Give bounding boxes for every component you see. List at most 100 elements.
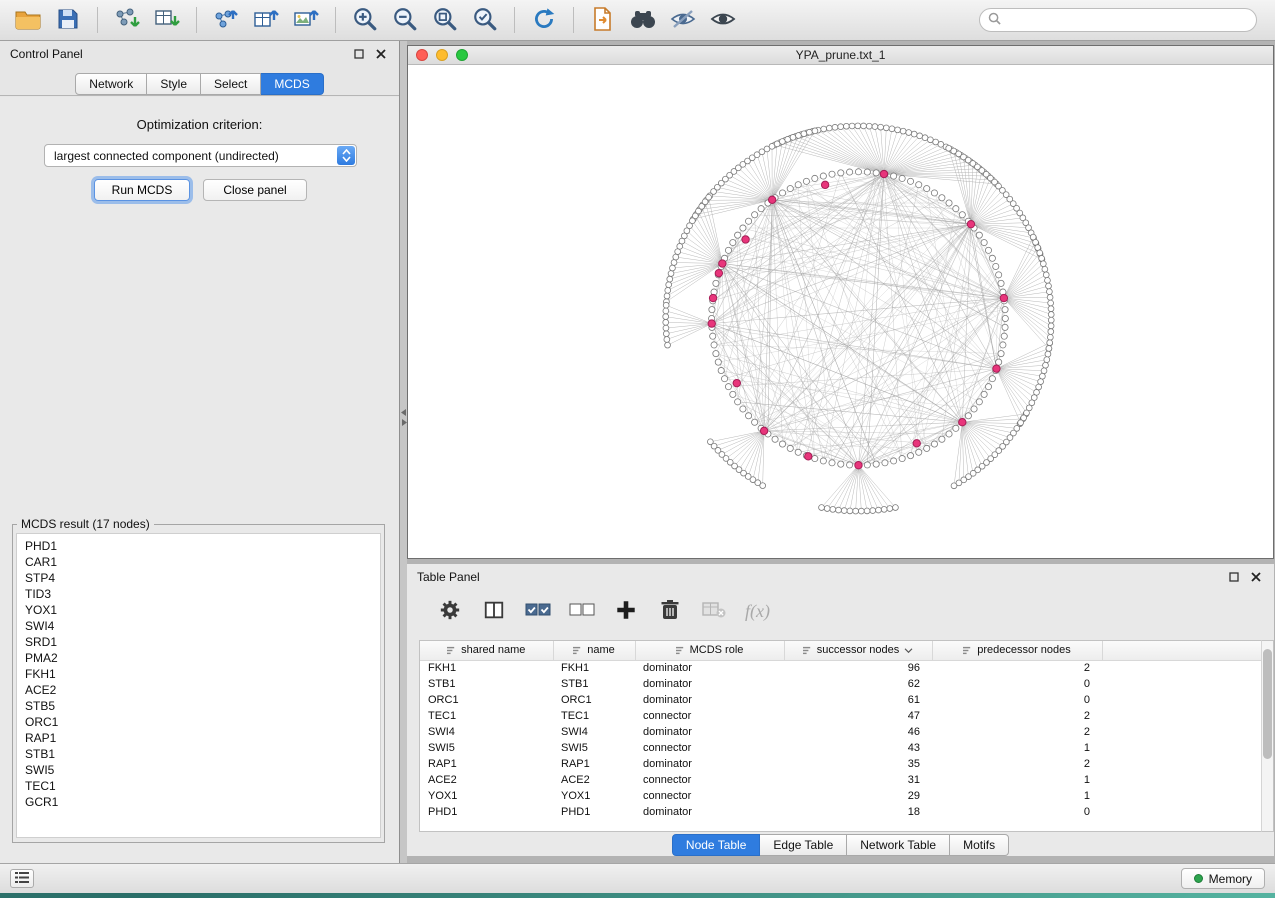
tab-select[interactable]: Select [201, 73, 261, 95]
mcds-result-item[interactable]: TEC1 [25, 778, 372, 794]
show-all-button[interactable] [705, 4, 741, 36]
tab-motifs[interactable]: Motifs [950, 834, 1009, 856]
tab-node-table[interactable]: Node Table [672, 834, 761, 856]
find-network-button[interactable] [625, 4, 661, 36]
tab-mcds[interactable]: MCDS [261, 73, 323, 95]
mcds-result-item[interactable]: PHD1 [25, 538, 372, 554]
export-network-button[interactable] [208, 4, 244, 36]
open-file-button[interactable] [10, 4, 46, 36]
close-panel-button[interactable]: Close panel [203, 179, 307, 201]
mcds-result-item[interactable]: GCR1 [25, 794, 372, 810]
mcds-result-item[interactable]: STB5 [25, 698, 372, 714]
mcds-result-item[interactable]: SRD1 [25, 634, 372, 650]
table-row[interactable]: RAP1RAP1dominator352 [420, 756, 1264, 772]
table-row[interactable]: SWI4SWI4dominator462 [420, 724, 1264, 740]
mcds-result-list[interactable]: PHD1CAR1STP4TID3YOX1SWI4SRD1PMA2FKH1ACE2… [16, 533, 381, 838]
zoom-selected-button[interactable] [467, 4, 503, 36]
cell-filler [1102, 660, 1264, 676]
save-session-button[interactable] [50, 4, 86, 36]
tab-network[interactable]: Network [75, 73, 147, 95]
mcds-result-item[interactable]: RAP1 [25, 730, 372, 746]
table-row[interactable]: ORC1ORC1dominator610 [420, 692, 1264, 708]
table-settings-button[interactable] [437, 598, 463, 624]
run-mcds-button[interactable]: Run MCDS [94, 179, 190, 201]
column-header-predecessors[interactable]: predecessor nodes [932, 641, 1102, 660]
mcds-result-item[interactable]: CAR1 [25, 554, 372, 570]
import-network-button[interactable] [109, 4, 145, 36]
mcds-result-item[interactable]: STB1 [25, 746, 372, 762]
collapse-left-icon[interactable] [401, 409, 407, 416]
mcds-tab-content: Optimization criterion: largest connecte… [0, 97, 399, 863]
delete-table-button-disabled [701, 598, 727, 624]
table-row[interactable]: PHD1PHD1dominator180 [420, 804, 1264, 820]
sort-bars-icon [573, 646, 582, 655]
share-document-button[interactable] [585, 4, 621, 36]
table-panel-title: Table Panel [417, 570, 480, 584]
expand-right-icon[interactable] [401, 419, 407, 426]
panel-splitter[interactable] [400, 41, 407, 863]
cell-role: dominator [635, 804, 784, 820]
cell-shared_name: PHD1 [420, 804, 553, 820]
task-history-button[interactable] [10, 869, 34, 888]
export-image-button[interactable] [288, 4, 324, 36]
delete-column-button[interactable] [657, 598, 683, 624]
maximize-window-icon[interactable] [456, 49, 468, 61]
tab-network-table[interactable]: Network Table [847, 834, 950, 856]
zoom-fit-button[interactable] [427, 4, 463, 36]
mcds-result-item[interactable]: ACE2 [25, 682, 372, 698]
mcds-result-item[interactable]: SWI4 [25, 618, 372, 634]
zoom-in-button[interactable] [347, 4, 383, 36]
node-table-container[interactable]: shared namenameMCDS rolesuccessor nodesp… [419, 640, 1265, 832]
zoom-out-button[interactable] [387, 4, 423, 36]
cell-predecessors: 1 [932, 772, 1102, 788]
mcds-result-item[interactable]: SWI5 [25, 762, 372, 778]
table-row[interactable]: TEC1TEC1connector472 [420, 708, 1264, 724]
hide-selected-button[interactable] [665, 4, 701, 36]
float-table-panel-icon[interactable] [1226, 569, 1242, 585]
tab-edge-table[interactable]: Edge Table [760, 834, 847, 856]
column-header-shared_name[interactable]: shared name [420, 641, 553, 660]
search-box[interactable] [979, 8, 1257, 32]
tab-style[interactable]: Style [147, 73, 201, 95]
select-all-button[interactable] [525, 598, 551, 624]
column-header-name[interactable]: name [553, 641, 635, 660]
mcds-result-item[interactable]: TID3 [25, 586, 372, 602]
mcds-result-item[interactable]: PMA2 [25, 650, 372, 666]
close-panel-icon[interactable] [373, 46, 389, 62]
table-vertical-scrollbar[interactable] [1261, 640, 1274, 832]
network-window-title: YPA_prune.txt_1 [796, 48, 886, 62]
float-panel-icon[interactable] [351, 46, 367, 62]
mcds-result-item[interactable]: ORC1 [25, 714, 372, 730]
table-row[interactable]: YOX1YOX1connector291 [420, 788, 1264, 804]
column-header-filler [1102, 641, 1264, 660]
table-row[interactable]: FKH1FKH1dominator962 [420, 660, 1264, 676]
cell-successors: 47 [784, 708, 932, 724]
cell-name: RAP1 [553, 756, 635, 772]
table-row[interactable]: SWI5SWI5connector431 [420, 740, 1264, 756]
show-columns-button[interactable] [481, 598, 507, 624]
apply-layout-button[interactable] [526, 4, 562, 36]
memory-button[interactable]: Memory [1181, 868, 1265, 889]
search-input[interactable] [1006, 13, 1248, 27]
export-table-button[interactable] [248, 4, 284, 36]
import-table-button[interactable] [149, 4, 185, 36]
add-column-button[interactable] [613, 598, 639, 624]
criterion-dropdown[interactable]: largest connected component (undirected) [44, 144, 357, 167]
network-window-titlebar[interactable]: YPA_prune.txt_1 [408, 46, 1273, 65]
memory-status-icon [1194, 874, 1203, 883]
close-table-panel-icon[interactable] [1248, 569, 1264, 585]
table-row[interactable]: STB1STB1dominator620 [420, 676, 1264, 692]
cell-role: dominator [635, 724, 784, 740]
column-header-role[interactable]: MCDS role [635, 641, 784, 660]
scrollbar-thumb[interactable] [1263, 649, 1272, 759]
mcds-result-item[interactable]: FKH1 [25, 666, 372, 682]
table-row[interactable]: ACE2ACE2connector311 [420, 772, 1264, 788]
network-canvas[interactable] [408, 65, 1273, 558]
deselect-all-button[interactable] [569, 598, 595, 624]
mcds-result-item[interactable]: YOX1 [25, 602, 372, 618]
mcds-result-item[interactable]: STP4 [25, 570, 372, 586]
column-header-successors[interactable]: successor nodes [784, 641, 932, 660]
sort-bars-icon [963, 646, 972, 655]
close-window-icon[interactable] [416, 49, 428, 61]
minimize-window-icon[interactable] [436, 49, 448, 61]
